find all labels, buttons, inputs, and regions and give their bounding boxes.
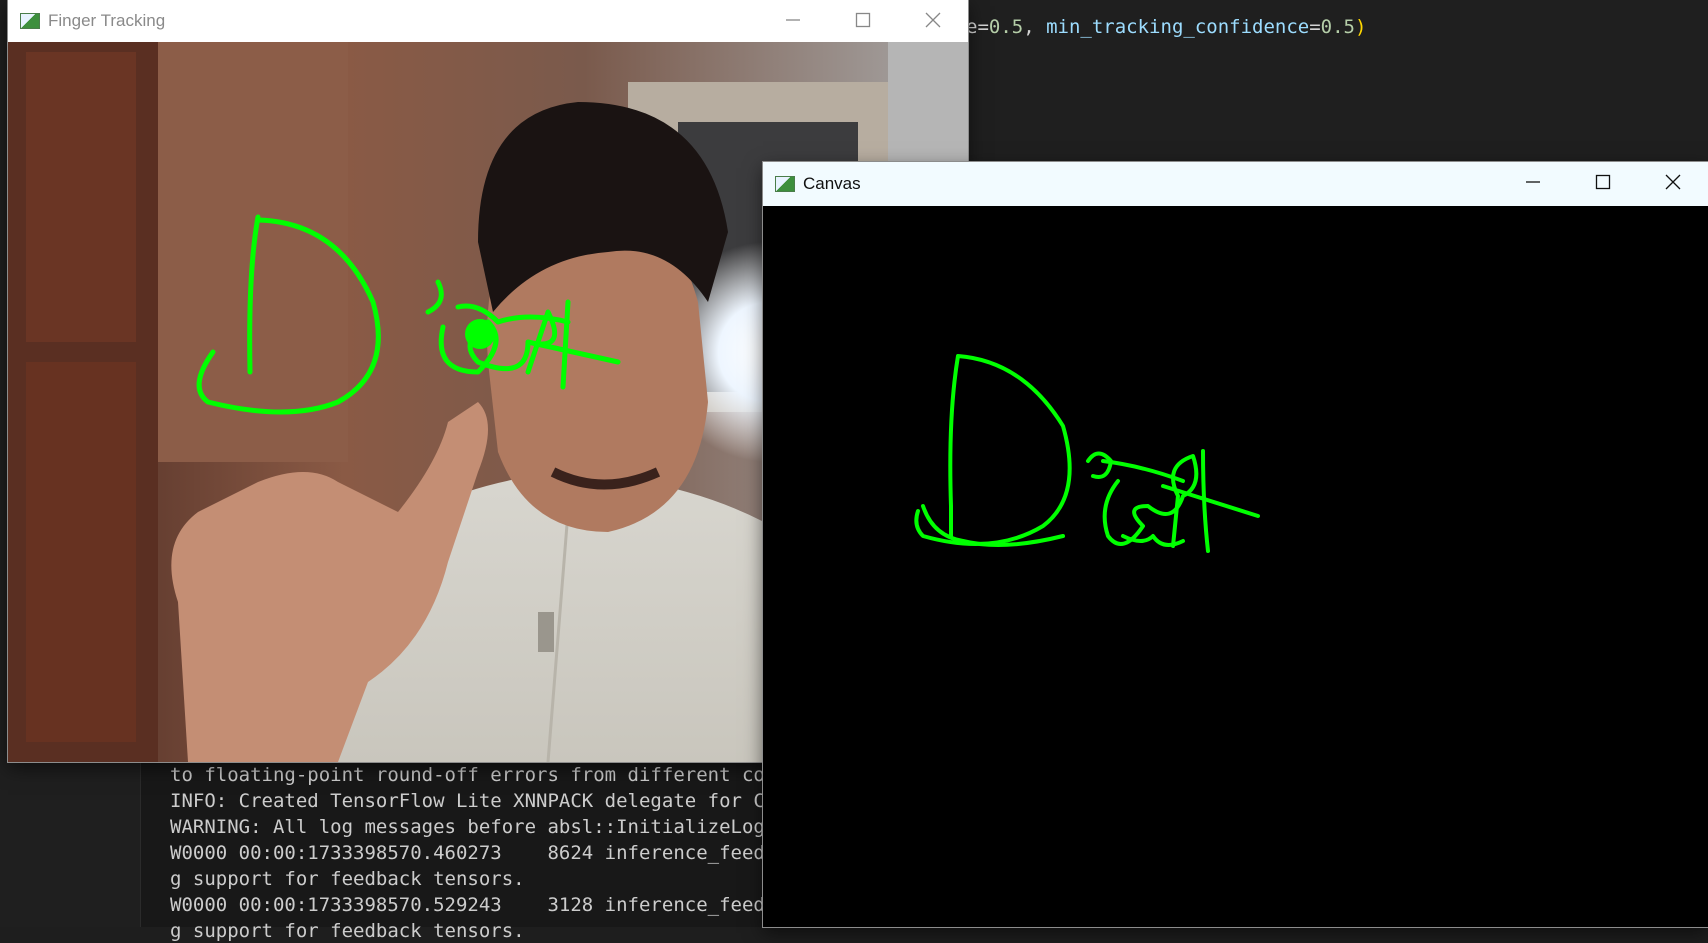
close-icon — [1665, 174, 1681, 190]
terminal-line: to floating-point round-off errors from … — [170, 764, 788, 786]
code-text: e= — [966, 16, 989, 38]
minimize-button[interactable] — [758, 0, 828, 41]
app-icon — [20, 13, 40, 29]
canvas-window[interactable]: Canvas — [763, 162, 1708, 927]
code-number: 0.5 — [988, 16, 1024, 38]
drawn-stroke — [914, 354, 1260, 553]
title-bar[interactable]: Finger Tracking — [8, 0, 968, 42]
close-icon — [925, 12, 941, 28]
minimize-icon — [786, 19, 800, 21]
drawing-canvas[interactable] — [763, 206, 1708, 927]
close-button[interactable] — [898, 0, 968, 41]
code-number: 0.5 — [1320, 16, 1355, 38]
app-icon — [775, 176, 795, 192]
window-title: Finger Tracking — [48, 11, 166, 30]
terminal-line: W0000 00:00:1733398570.460273 8624 infer… — [170, 842, 788, 864]
code-line: e=0.5, min_tracking_confidence=0.5) — [966, 16, 1366, 38]
window-title: Canvas — [803, 174, 861, 193]
code-parameter: min_tracking_confidence — [1046, 16, 1310, 38]
close-button[interactable] — [1638, 162, 1708, 203]
window-controls — [758, 0, 968, 41]
maximize-icon — [855, 12, 871, 28]
window-controls — [1498, 162, 1708, 203]
canvas-drawing — [914, 354, 1260, 553]
terminal-line: INFO: Created TensorFlow Lite XNNPACK de… — [170, 790, 788, 812]
code-equals: = — [1309, 16, 1321, 38]
terminal-line: WARNING: All log messages before absl::I… — [170, 816, 788, 838]
terminal-line: g support for feedback tensors. — [170, 920, 525, 942]
maximize-button[interactable] — [1568, 162, 1638, 203]
fingertip-marker — [465, 319, 495, 349]
terminal-line: W0000 00:00:1733398570.529243 3128 infer… — [170, 894, 788, 916]
minimize-icon — [1526, 181, 1540, 183]
minimize-button[interactable] — [1498, 162, 1568, 203]
maximize-button[interactable] — [828, 0, 898, 41]
code-separator: , — [1023, 16, 1047, 38]
terminal-line: g support for feedback tensors. — [170, 868, 525, 890]
maximize-icon — [1595, 174, 1611, 190]
title-bar[interactable]: Canvas — [763, 162, 1708, 206]
code-paren: ) — [1355, 16, 1367, 38]
